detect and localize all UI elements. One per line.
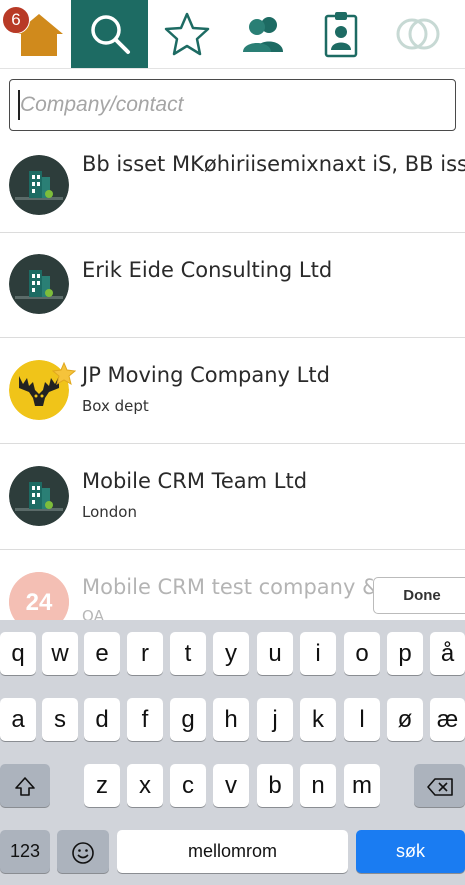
key-c[interactable]: c [170, 764, 206, 807]
result-name: Bb isset MKøhiriisemixnaxt iS, BB isset [82, 152, 465, 176]
circles-tab[interactable] [379, 0, 456, 68]
space-key[interactable]: mellomrom [117, 830, 348, 873]
star-icon [164, 12, 209, 56]
key-h[interactable]: h [213, 698, 249, 741]
key-aa[interactable]: å [430, 632, 465, 675]
key-p[interactable]: p [387, 632, 423, 675]
shift-key[interactable] [0, 764, 50, 807]
result-subtitle: Box dept [82, 397, 149, 415]
result-name: Mobile CRM Team Ltd [82, 469, 308, 493]
notification-badge: 6 [2, 6, 30, 34]
top-tab-bar: 6 [0, 0, 465, 69]
key-d[interactable]: d [84, 698, 120, 741]
search-icon [90, 15, 130, 54]
key-j[interactable]: j [257, 698, 293, 741]
key-o[interactable]: o [344, 632, 380, 675]
key-n[interactable]: n [300, 764, 336, 807]
key-r[interactable]: r [127, 632, 163, 675]
people-icon [242, 17, 283, 52]
key-y[interactable]: y [213, 632, 249, 675]
key-ae[interactable]: æ [430, 698, 465, 741]
key-k[interactable]: k [300, 698, 336, 741]
company-avatar [9, 155, 69, 215]
building-icon [9, 254, 69, 314]
key-a[interactable]: a [0, 698, 36, 741]
company-avatar [9, 254, 69, 314]
search-input[interactable] [10, 80, 455, 130]
24-logo-icon: 24 [9, 572, 69, 620]
key-x[interactable]: x [127, 764, 163, 807]
shift-icon [15, 776, 35, 796]
key-oe[interactable]: ø [387, 698, 423, 741]
done-button[interactable]: Done [373, 577, 465, 614]
building-icon [9, 155, 69, 215]
keyboard: q w e r t y u i o p å a s d f g h j k l … [0, 620, 465, 885]
search-tab[interactable] [71, 0, 148, 68]
key-z[interactable]: z [84, 764, 120, 807]
favorite-star-icon [52, 362, 76, 386]
result-subtitle: London [82, 503, 137, 521]
key-m[interactable]: m [344, 764, 380, 807]
key-s[interactable]: s [42, 698, 78, 741]
key-g[interactable]: g [170, 698, 206, 741]
key-l[interactable]: l [344, 698, 380, 741]
result-name: Mobile CRM test company & Ltd [82, 575, 419, 599]
list-item[interactable]: JP Moving Company Ltd Box dept [0, 338, 465, 444]
result-name: Erik Eide Consulting Ltd [82, 258, 333, 282]
numbers-key[interactable]: 123 [0, 830, 50, 873]
company-avatar: 24 [9, 572, 69, 620]
backspace-icon [426, 777, 453, 796]
company-avatar [9, 466, 69, 526]
emoji-icon [72, 841, 94, 864]
key-f[interactable]: f [127, 698, 163, 741]
favorites-tab[interactable] [148, 0, 225, 68]
search-return-key[interactable]: søk [356, 830, 465, 873]
search-box [9, 79, 456, 131]
home-tab[interactable]: 6 [0, 0, 77, 68]
result-name: JP Moving Company Ltd [82, 363, 330, 387]
key-e[interactable]: e [84, 632, 120, 675]
contacts-tab[interactable] [225, 0, 302, 68]
building-icon [9, 466, 69, 526]
key-v[interactable]: v [213, 764, 249, 807]
key-i[interactable]: i [300, 632, 336, 675]
key-w[interactable]: w [42, 632, 78, 675]
backspace-key[interactable] [414, 764, 465, 807]
text-caret [18, 90, 20, 120]
emoji-key[interactable] [57, 830, 109, 873]
id-badge-icon [324, 12, 357, 58]
key-q[interactable]: q [0, 632, 36, 675]
key-t[interactable]: t [170, 632, 206, 675]
key-u[interactable]: u [257, 632, 293, 675]
result-subtitle: QA [82, 607, 105, 620]
badge-tab[interactable] [302, 0, 379, 68]
list-item[interactable]: Mobile CRM Team Ltd London [0, 444, 465, 550]
list-item[interactable]: Bb isset MKøhiriisemixnaxt iS, BB isset [0, 127, 465, 233]
list-item[interactable]: Erik Eide Consulting Ltd [0, 232, 465, 338]
circles-icon [396, 18, 439, 50]
avatar-24-text: 24 [26, 589, 53, 616]
key-b[interactable]: b [257, 764, 293, 807]
